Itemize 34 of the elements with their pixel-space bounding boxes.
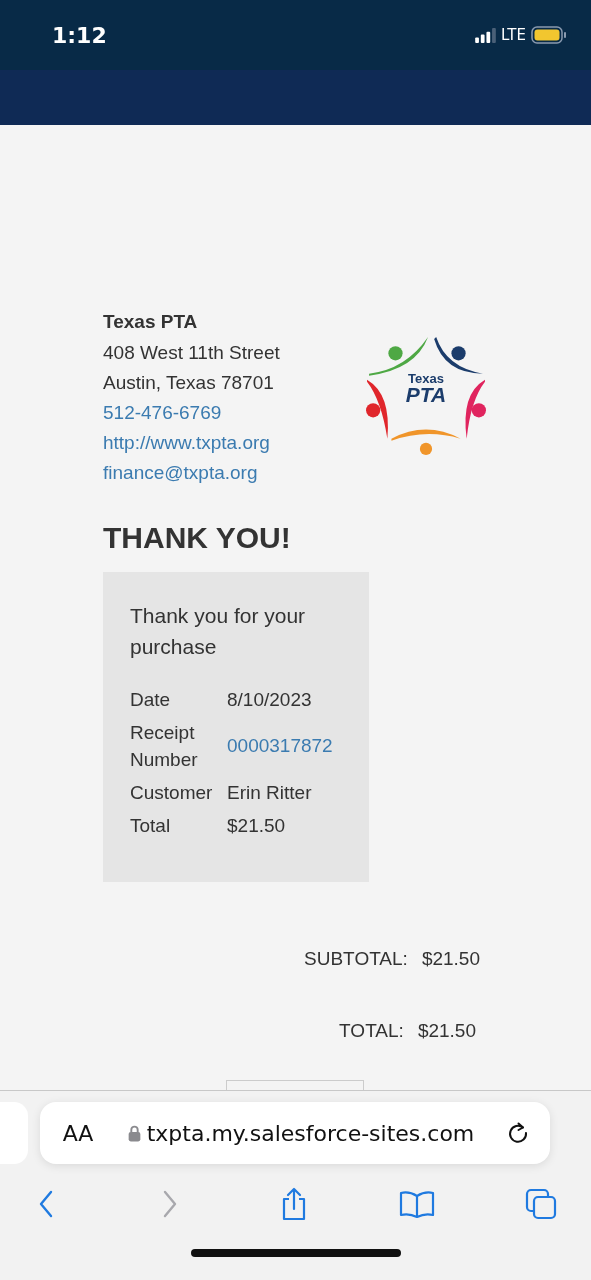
status-time: 1:12 bbox=[52, 22, 107, 48]
logo-acronym: PTA bbox=[405, 385, 447, 405]
field-label: Receipt Number bbox=[130, 721, 199, 772]
logo-word: Texas bbox=[408, 372, 444, 385]
book-icon[interactable] bbox=[399, 1190, 436, 1218]
thank-you-message: Thank you for your purchase bbox=[130, 603, 307, 660]
contact-link[interactable]: 512-476-6769 bbox=[103, 398, 365, 428]
total-value: $21.50 bbox=[421, 948, 480, 970]
field-label: Date bbox=[130, 688, 172, 712]
url-text: txpta.my.salesforce-sites.com bbox=[146, 1120, 475, 1146]
battery-icon bbox=[531, 26, 567, 44]
lock-icon bbox=[127, 1124, 141, 1142]
network-label: LTE bbox=[501, 26, 526, 44]
organization-name: Texas PTA bbox=[103, 310, 199, 334]
total-label: TOTAL: bbox=[339, 1020, 404, 1042]
receipt-number-link[interactable]: 0000317872 bbox=[227, 735, 359, 757]
address-line: Austin, Texas 78701 bbox=[103, 371, 275, 395]
back-icon[interactable] bbox=[38, 1190, 54, 1218]
total-value: $21.50 bbox=[417, 1020, 476, 1042]
address-line: 408 West 11th Street bbox=[103, 341, 281, 365]
field-value: $21.50 bbox=[227, 814, 287, 837]
signal-icon bbox=[475, 27, 497, 43]
address-bar[interactable]: AA txpta.my.salesforce-sites.com bbox=[40, 1102, 550, 1164]
contact-link[interactable]: finance@txpta.org bbox=[103, 458, 365, 488]
total-label: SUBTOTAL: bbox=[304, 948, 408, 970]
reload-icon[interactable] bbox=[506, 1121, 530, 1145]
thank-you-heading: THANK YOU! bbox=[103, 520, 292, 556]
contact-link[interactable]: http://www.txpta.org bbox=[103, 428, 365, 458]
field-label: Customer bbox=[130, 781, 214, 805]
tabs-icon[interactable] bbox=[525, 1188, 557, 1220]
field-label: Total bbox=[130, 814, 172, 838]
text-size-button[interactable]: AA bbox=[60, 1120, 96, 1146]
field-value: 8/10/2023 bbox=[227, 688, 313, 711]
field-value: Erin Ritter bbox=[227, 781, 313, 804]
